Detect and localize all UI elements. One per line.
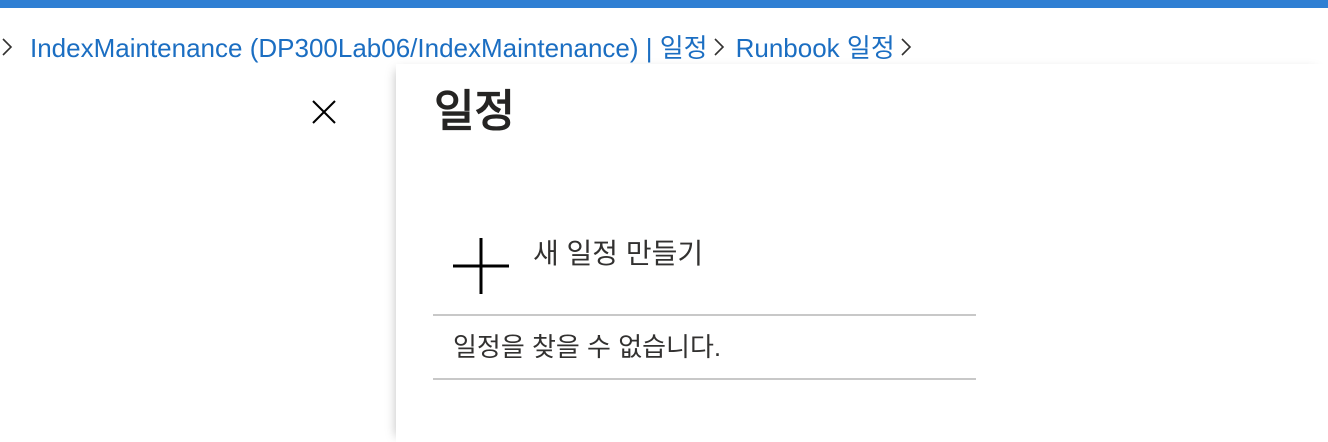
breadcrumb: IndexMaintenance (DP300Lab06/IndexMainte… [0,26,923,66]
create-schedule-button[interactable]: 새 일정 만들기 [433,228,976,316]
empty-state-message: 일정을 찾을 수 없습니다. [453,332,722,362]
breadcrumb-item-label: IndexMaintenance (DP300Lab06/IndexMainte… [30,32,639,63]
breadcrumb-item-runbook-schedule[interactable]: Runbook 일정 [736,28,895,65]
create-schedule-label: 새 일정 만들기 [533,238,704,269]
plus-icon [453,238,509,294]
empty-state-row: 일정을 찾을 수 없습니다. [433,316,976,380]
breadcrumb-item-suffix: 일정 [659,32,708,63]
chevron-right-icon [895,26,923,66]
close-icon [312,100,336,124]
schedule-panel: 일정 새 일정 만들기 일정을 찾을 수 없습니다. [396,64,1328,442]
breadcrumb-separator: | [645,32,653,63]
breadcrumb-item-label: Runbook 일정 [735,32,895,63]
panel-title: 일정 [434,87,515,136]
top-accent-bar [0,0,1328,8]
close-button[interactable] [306,94,342,130]
chevron-right-icon [708,26,736,66]
chevron-right-icon [0,26,30,66]
breadcrumb-item-index-maintenance[interactable]: IndexMaintenance (DP300Lab06/IndexMainte… [30,28,708,65]
